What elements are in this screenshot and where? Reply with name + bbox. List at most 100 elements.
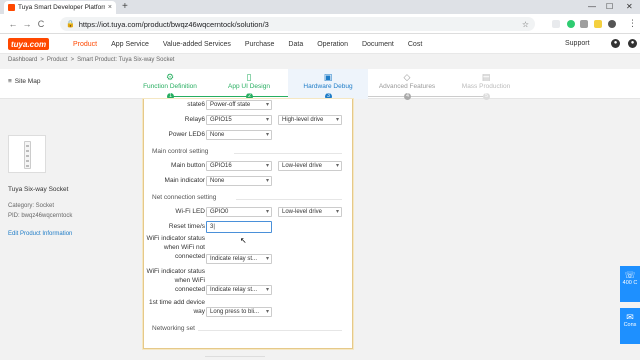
extension-gray-icon[interactable] [580, 20, 588, 28]
wifi-connected-select[interactable]: Indicate relay st... [206, 285, 272, 295]
nav-document[interactable]: Document [362, 41, 394, 48]
extension-yellow-icon[interactable] [594, 20, 602, 28]
power-led6-label: Power LED6 [168, 131, 206, 138]
wifi-led-select[interactable]: GPIO0 [206, 207, 272, 217]
edit-product-link[interactable]: Edit Product Information [8, 231, 72, 237]
reload-button[interactable]: C [34, 19, 48, 29]
wifi-connected-label: when WiFi [174, 277, 205, 284]
consult-label: Cons [623, 322, 637, 328]
message-icon[interactable]: ● [611, 39, 620, 48]
first-add-way-label: way [193, 308, 205, 315]
tuya-logo[interactable]: tuya.com [8, 38, 50, 50]
extension-green-icon[interactable] [567, 20, 575, 28]
step-label: Mass Production [461, 83, 511, 90]
first-add-way-label: 1st time add device [148, 299, 205, 306]
step-number: 5 [483, 93, 490, 100]
site-map-label: Site Map [14, 78, 41, 85]
function-definition-icon: ⚙ [165, 72, 175, 82]
section-divider [198, 330, 342, 331]
window-close-button[interactable]: ✕ [626, 1, 633, 13]
step-advanced-features[interactable]: ◇ Advanced Features 4 [367, 69, 447, 100]
nav-product[interactable]: Product [73, 41, 97, 48]
state6-label: state6 [187, 101, 205, 108]
relay6-select[interactable]: GPIO15 [206, 115, 272, 125]
wifi-not-connected-label: connected [175, 253, 205, 260]
step-label: Advanced Features [378, 83, 436, 90]
logo-text: tuya.com [11, 39, 47, 49]
hardware-icon: ▣ [323, 72, 333, 82]
url-text: https://iot.tuya.com/product/bwqz46wqcer… [79, 20, 269, 29]
new-tab-button[interactable]: + [122, 1, 128, 13]
main-nav: Product App Service Value-added Services… [73, 34, 436, 54]
chat-icon: ✉ [626, 312, 634, 322]
power-led6-select[interactable]: None [206, 130, 272, 140]
networking-section-title: Networking set [152, 325, 195, 332]
section-divider [234, 153, 342, 154]
forward-button[interactable]: → [20, 19, 34, 29]
step-label: App UI Design [228, 83, 270, 90]
consult-button[interactable]: ✉ Cons [620, 308, 640, 344]
socket-icon [24, 141, 31, 169]
main-indicator-label: Main indicator [164, 177, 205, 184]
nav-purchase[interactable]: Purchase [245, 41, 275, 48]
browser-tab[interactable]: Tuya Smart Developer Platform × [4, 1, 116, 14]
first-add-way-select[interactable]: Long press to bli... [206, 307, 272, 317]
maximize-button[interactable]: ☐ [606, 1, 613, 13]
user-avatar-icon[interactable]: ● [628, 39, 637, 48]
wifi-led-label: Wi-Fi LED [175, 208, 205, 215]
main-indicator-select[interactable]: None [206, 176, 272, 186]
net-connection-section-title: Net connection setting [152, 194, 217, 201]
section-divider [236, 199, 342, 200]
relay6-label: Relay6 [184, 116, 205, 123]
breadcrumb-product[interactable]: Product [47, 57, 68, 63]
phone-call-icon: ☏ [624, 270, 636, 280]
browser-tab-bar: Tuya Smart Developer Platform × + — ☐ ✕ [0, 0, 640, 14]
breadcrumb-separator: > [70, 57, 75, 63]
site-map-button[interactable]: ≡ Site Map [8, 78, 40, 85]
breadcrumb: Dashboard > Product > Smart Product: Tuy… [8, 57, 174, 63]
wifi-led-drive-select[interactable]: Low-level drive [278, 207, 342, 217]
step-mass-production[interactable]: ▤ Mass Production 5 [446, 69, 526, 100]
main-button-drive-select[interactable]: Low-level drive [278, 161, 342, 171]
url-host: https://iot.tuya.com [78, 19, 142, 29]
hotline-label: 400 C [622, 280, 638, 286]
bookmark-star-icon[interactable]: ☆ [522, 20, 529, 29]
extension-icon[interactable] [552, 20, 560, 28]
breadcrumb-dashboard[interactable]: Dashboard [8, 57, 37, 63]
nav-app-service[interactable]: App Service [111, 41, 149, 48]
factory-icon: ▤ [481, 72, 491, 82]
breadcrumb-current: Smart Product: Tuya Six-way Socket [77, 57, 175, 63]
minimize-button[interactable]: — [588, 1, 596, 13]
back-button[interactable]: ← [6, 19, 20, 29]
nav-operation[interactable]: Operation [317, 41, 348, 48]
wifi-not-connected-label: WiFi indicator status [146, 235, 205, 242]
step-app-ui-design[interactable]: ▯ App UI Design 2 [209, 69, 289, 100]
nav-data[interactable]: Data [288, 41, 303, 48]
tuya-favicon-icon [8, 4, 15, 11]
wifi-not-connected-select[interactable]: Indicate relay st... [206, 254, 272, 264]
address-bar[interactable]: 🔒 https://iot.tuya.com/product/bwqz46wqc… [60, 17, 535, 31]
development-steps: ≡ Site Map ⚙ Function Definition 1 ▯ App… [0, 69, 640, 100]
lock-icon: 🔒 [66, 21, 75, 28]
profile-icon[interactable] [608, 20, 616, 28]
main-button-select[interactable]: GPIO16 [206, 161, 272, 171]
nav-value-added-services[interactable]: Value-added Services [163, 41, 231, 48]
step-function-definition[interactable]: ⚙ Function Definition 1 [130, 69, 210, 100]
product-category: Category: Socket [8, 203, 55, 209]
tab-close-icon[interactable]: × [108, 4, 112, 11]
support-link[interactable]: Support [565, 40, 590, 47]
nav-cost[interactable]: Cost [408, 41, 422, 48]
diamond-icon: ◇ [403, 72, 411, 82]
wifi-not-connected-label: when WiFi not [163, 244, 205, 251]
page-footer-edge [205, 356, 265, 360]
step-hardware-debug[interactable]: ▣ Hardware Debug 3 [288, 69, 368, 100]
browser-menu-icon[interactable]: ⋮ [628, 18, 637, 29]
state6-select[interactable]: Power-off state [206, 100, 272, 110]
step-label: Function Definition [143, 83, 197, 90]
reset-time-input[interactable]: 3| [206, 221, 272, 233]
main-button-label: Main button [171, 162, 205, 169]
hotline-button[interactable]: ☏ 400 C [620, 266, 640, 302]
site-header: tuya.com Product App Service Value-added… [0, 34, 640, 54]
relay6-drive-select[interactable]: High-level drive [278, 115, 342, 125]
reset-time-label: Reset time/s [168, 223, 205, 230]
